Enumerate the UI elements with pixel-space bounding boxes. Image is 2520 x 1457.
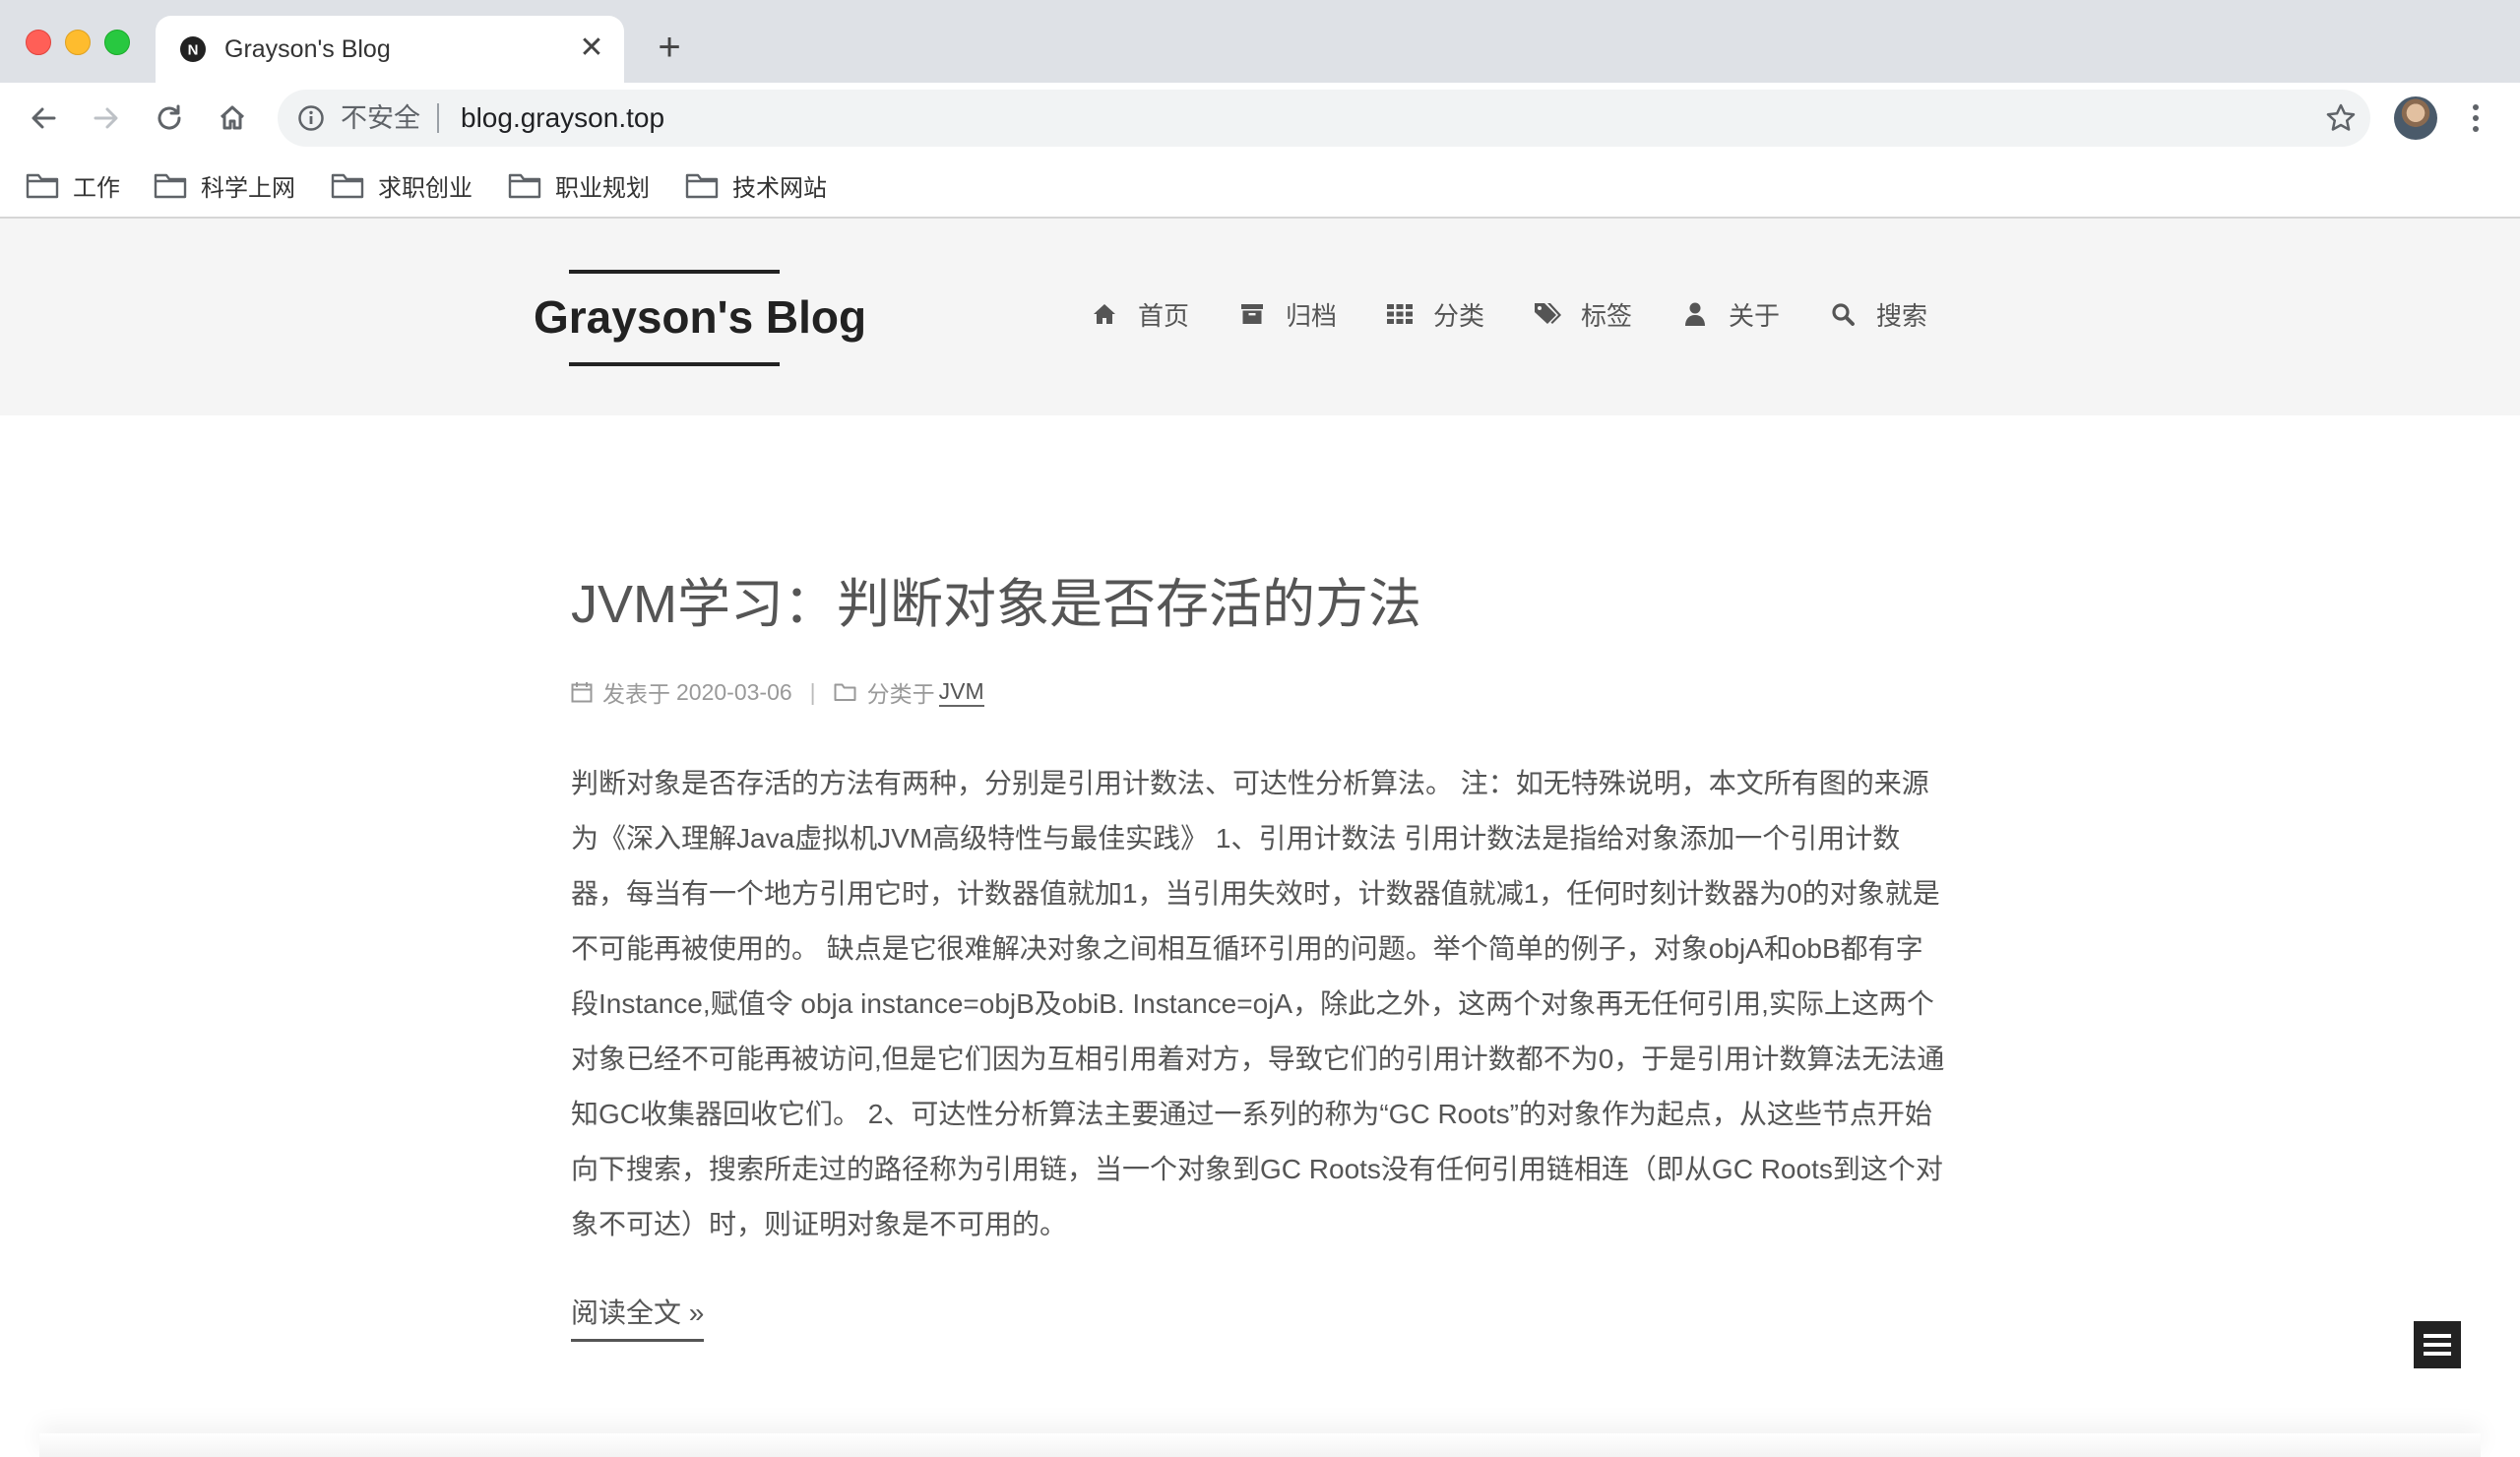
profile-avatar[interactable] xyxy=(2394,96,2437,140)
menu-item-search[interactable]: 搜索 xyxy=(1829,289,1927,339)
menu-item-home[interactable]: 首页 xyxy=(1091,289,1189,339)
url-text[interactable]: blog.grayson.top xyxy=(461,101,664,135)
bookmark-folder-proxy[interactable]: 科学上网 xyxy=(154,165,295,205)
bookmark-folder-career[interactable]: 职业规划 xyxy=(508,165,650,205)
browser-tab-bar: N Grayson's Blog ✕ + xyxy=(0,0,2520,83)
tab-close-icon[interactable]: ✕ xyxy=(575,32,608,65)
forward-arrow-icon[interactable] xyxy=(85,96,128,140)
bookmark-star-icon[interactable] xyxy=(2325,102,2357,134)
folder-icon xyxy=(26,173,59,199)
window-minimize-button[interactable] xyxy=(65,30,91,55)
folder-icon xyxy=(154,173,187,199)
site-header: Grayson's Blog 首页 归档 分类 标签 关于 搜索 xyxy=(0,219,2520,415)
read-more-link[interactable]: 阅读全文 » xyxy=(571,1296,705,1342)
menu-item-categories[interactable]: 分类 xyxy=(1386,289,1484,339)
post-meta: 发表于 2020-03-06 | 分类于 JVM xyxy=(571,677,984,707)
window-close-button[interactable] xyxy=(26,30,51,55)
back-arrow-icon[interactable] xyxy=(22,96,65,140)
category-link[interactable]: JVM xyxy=(938,678,984,707)
home-icon xyxy=(1091,300,1118,328)
post-date: 2020-03-06 xyxy=(676,678,792,705)
info-icon[interactable] xyxy=(297,104,325,132)
next-post-card-edge xyxy=(39,1433,2481,1457)
menu-item-about[interactable]: 关于 xyxy=(1681,289,1780,339)
bookmarks-bar: 工作 科学上网 求职创业 职业规划 技术网站 xyxy=(0,154,2520,219)
svg-text:N: N xyxy=(188,42,199,59)
search-icon xyxy=(1829,300,1857,328)
brand-bottom-line xyxy=(569,362,780,366)
menu-item-archive[interactable]: 归档 xyxy=(1238,289,1337,339)
user-icon xyxy=(1681,300,1709,328)
archive-icon xyxy=(1238,300,1266,328)
folder-icon xyxy=(685,173,719,199)
address-bar[interactable]: 不安全 blog.grayson.top xyxy=(278,90,2370,147)
sidebar-toggle-button[interactable] xyxy=(2414,1321,2461,1368)
browser-tab-active[interactable]: N Grayson's Blog ✕ xyxy=(156,16,624,83)
bookmark-folder-work[interactable]: 工作 xyxy=(26,165,120,205)
posted-label: 发表于 xyxy=(602,681,670,707)
folder-icon xyxy=(508,173,541,199)
post-excerpt: 判断对象是否存活的方法有两种，分别是引用计数法、可达性分析算法。 注：如无特殊说… xyxy=(571,768,1945,1239)
browser-toolbar: 不安全 blog.grayson.top xyxy=(0,83,2520,154)
category-label: 分类于 xyxy=(866,681,935,707)
more-menu-icon[interactable] xyxy=(2461,96,2490,140)
security-status[interactable]: 不安全 xyxy=(341,101,420,135)
post-title[interactable]: JVM学习：判断对象是否存活的方法 xyxy=(571,561,1421,648)
window-zoom-button[interactable] xyxy=(104,30,130,55)
bookmark-folder-tech[interactable]: 技术网站 xyxy=(685,165,827,205)
meta-divider: | xyxy=(809,678,816,705)
site-title[interactable]: Grayson's Blog xyxy=(534,289,866,345)
site-favicon-icon: N xyxy=(180,36,206,62)
tags-icon xyxy=(1534,300,1561,328)
menu-item-tags[interactable]: 标签 xyxy=(1534,289,1632,339)
reload-icon[interactable] xyxy=(148,96,191,140)
brand-top-line xyxy=(569,270,780,274)
folder-open-icon xyxy=(834,683,856,701)
home-icon[interactable] xyxy=(211,96,254,140)
tab-title: Grayson's Blog xyxy=(224,35,391,63)
new-tab-icon[interactable]: + xyxy=(650,28,689,67)
bookmark-folder-jobs[interactable]: 求职创业 xyxy=(331,165,472,205)
address-divider xyxy=(437,103,439,133)
calendar-icon xyxy=(571,682,593,703)
folder-icon xyxy=(331,173,364,199)
grid-icon xyxy=(1386,300,1414,328)
